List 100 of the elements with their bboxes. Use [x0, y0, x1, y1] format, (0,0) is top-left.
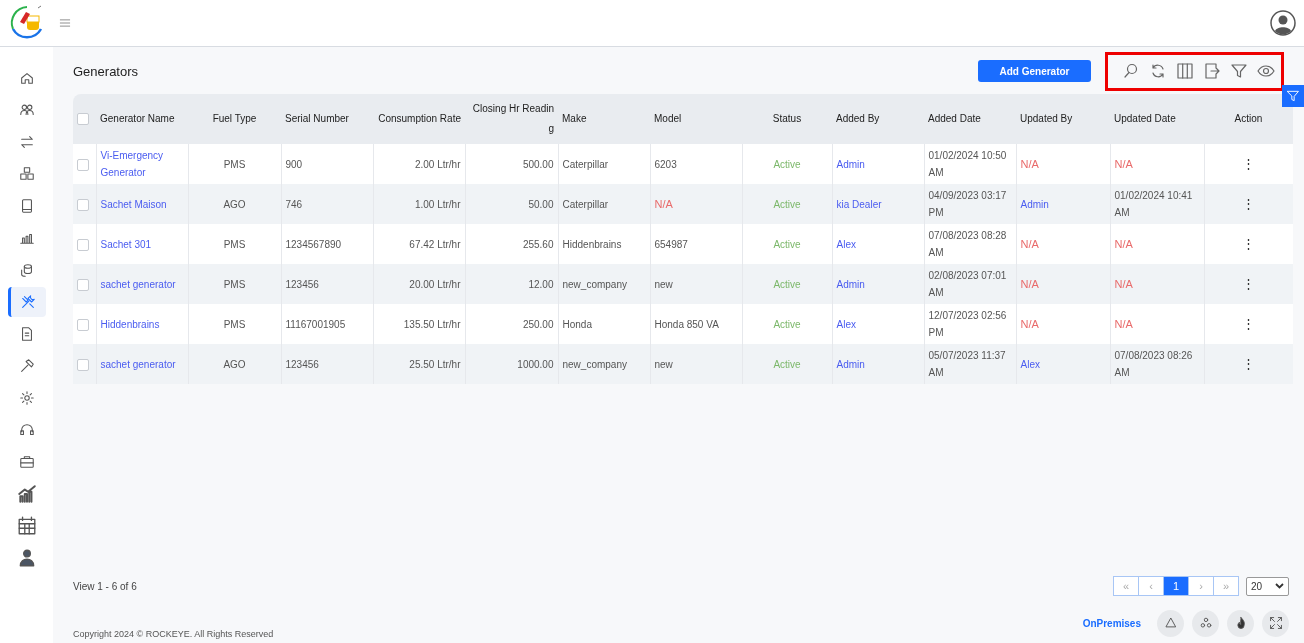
- column-header: Added Date: [928, 113, 981, 124]
- search-icon: [1122, 62, 1140, 80]
- checkbox[interactable]: [77, 238, 89, 251]
- table-cell: 01/02/2024 10:50 AM: [928, 150, 1007, 178]
- sidebar-item[interactable]: [7, 287, 46, 317]
- status-text: Active: [773, 318, 801, 330]
- people-icon: [18, 102, 35, 118]
- more-button[interactable]: ⋮: [1238, 195, 1260, 211]
- column-header: Added By: [836, 113, 880, 124]
- refresh-button[interactable]: [1149, 62, 1167, 80]
- table-cell: 6203: [654, 158, 677, 170]
- columns-icon: [1176, 62, 1194, 80]
- table-cell: AGO: [223, 358, 246, 370]
- user-link[interactable]: Alex: [1020, 355, 1040, 373]
- checkbox[interactable]: [77, 158, 89, 171]
- coins-icon: [18, 262, 35, 278]
- table-cell: Caterpillar: [562, 158, 609, 170]
- refresh-icon: [1149, 62, 1167, 80]
- table-cell: 1234567890: [285, 238, 342, 250]
- triangle-button[interactable]: [1157, 609, 1184, 637]
- user-link[interactable]: Admin: [836, 355, 865, 373]
- table-cell: 12/07/2023 02:56 PM: [928, 310, 1007, 338]
- more-button[interactable]: ⋮: [1238, 355, 1260, 371]
- eye-icon: [1257, 62, 1275, 80]
- table-cell: PMS: [223, 158, 246, 170]
- column-header: Generator Name: [100, 113, 175, 124]
- user-link[interactable]: Admin: [1020, 195, 1049, 213]
- table-cell: 07/08/2023 08:28 AM: [928, 230, 1007, 258]
- table-cell: 04/09/2023 03:17 PM: [928, 190, 1007, 218]
- filter-button[interactable]: [1230, 62, 1248, 80]
- table-cell: N/A: [1020, 237, 1039, 250]
- column-header: Make: [562, 113, 587, 124]
- page-button[interactable]: »: [1213, 576, 1239, 596]
- table-cell: Honda 850 VA: [654, 318, 719, 330]
- table-cell: 01/02/2024 10:41 AM: [1114, 190, 1193, 218]
- checkbox[interactable]: [77, 358, 89, 371]
- column-header: Updated By: [1020, 113, 1073, 124]
- more-button[interactable]: ⋮: [1238, 315, 1260, 331]
- nodes-button[interactable]: [1192, 609, 1219, 637]
- table-cell: Honda: [562, 318, 592, 330]
- user-link[interactable]: Alex: [836, 315, 856, 333]
- table-cell: 12.00: [528, 278, 554, 290]
- more-button[interactable]: ⋮: [1238, 275, 1260, 291]
- more-button[interactable]: ⋮: [1238, 235, 1260, 251]
- fullscreen-button[interactable]: [1262, 609, 1289, 637]
- columns-button[interactable]: [1176, 62, 1194, 80]
- status-text: Active: [773, 238, 801, 250]
- search-button[interactable]: [1122, 62, 1140, 80]
- column-header: Action: [1234, 113, 1263, 124]
- eye-button[interactable]: [1257, 62, 1275, 80]
- filter-icon: [1230, 62, 1248, 80]
- more-button[interactable]: ⋮: [1238, 155, 1260, 171]
- user-link[interactable]: Admin: [836, 275, 865, 293]
- checkbox[interactable]: [77, 278, 89, 291]
- user-link[interactable]: Alex: [836, 235, 856, 253]
- table-cell: 07/08/2023 08:26 AM: [1114, 350, 1193, 378]
- headset-icon: [18, 422, 35, 438]
- tools-icon: [20, 294, 36, 310]
- user-link[interactable]: Admin: [836, 155, 865, 173]
- table-cell: 1000.00: [517, 358, 554, 370]
- hammer-icon: [18, 358, 35, 374]
- checkbox[interactable]: [77, 318, 89, 331]
- table-cell: PMS: [223, 318, 246, 330]
- record-count: View 1 - 6 of 6: [73, 580, 137, 592]
- table-cell: 02/08/2023 07:01 AM: [928, 270, 1007, 298]
- copyright-text: Copyright 2024 © ROCKEYE. All Rights Reserved: [73, 629, 274, 639]
- table-cell: 25.50 Ltr/hr: [409, 358, 461, 370]
- table-cell: 500.00: [522, 158, 554, 170]
- page-button[interactable]: «: [1113, 576, 1139, 596]
- table-cell: PMS: [223, 278, 246, 290]
- table-cell: 654987: [654, 238, 688, 250]
- table-cell: 135.50 Ltr/hr: [403, 318, 461, 330]
- avatar-icon: [1270, 10, 1296, 36]
- table-cell: 1.00 Ltr/hr: [414, 198, 461, 210]
- fullscreen-icon: [1268, 616, 1283, 630]
- page-button[interactable]: ‹: [1138, 576, 1164, 596]
- checkbox[interactable]: [77, 113, 89, 126]
- page-size-select[interactable]: 20: [1246, 576, 1289, 596]
- table-cell: 11167001905: [285, 318, 346, 330]
- table-cell: PMS: [223, 238, 246, 250]
- table-cell: 255.60: [522, 238, 554, 250]
- column-header: Closing Hr Reading: [472, 103, 554, 134]
- export-button[interactable]: [1203, 62, 1221, 80]
- column-header: Updated Date: [1114, 113, 1176, 124]
- table-cell: 05/07/2023 11:37 AM: [928, 350, 1006, 378]
- page-button[interactable]: 1: [1163, 576, 1189, 596]
- flame-button[interactable]: [1227, 609, 1254, 637]
- column-header: Fuel Type: [212, 113, 257, 124]
- status-text: Active: [773, 358, 801, 370]
- menu-icon: [58, 16, 72, 30]
- filter-tab-button[interactable]: [1282, 85, 1304, 107]
- checkbox[interactable]: [77, 198, 89, 211]
- column-header: Consumption Rate: [378, 113, 461, 124]
- table-cell: 250.00: [522, 318, 554, 330]
- avatar-button[interactable]: [1270, 10, 1296, 36]
- arrows-icon: [18, 134, 35, 150]
- add-generator-button[interactable]: Add Generator: [978, 60, 1091, 82]
- table-cell: N/A: [1114, 277, 1133, 290]
- table-cell: new: [654, 278, 673, 290]
- table-cell: N/A: [1114, 237, 1133, 250]
